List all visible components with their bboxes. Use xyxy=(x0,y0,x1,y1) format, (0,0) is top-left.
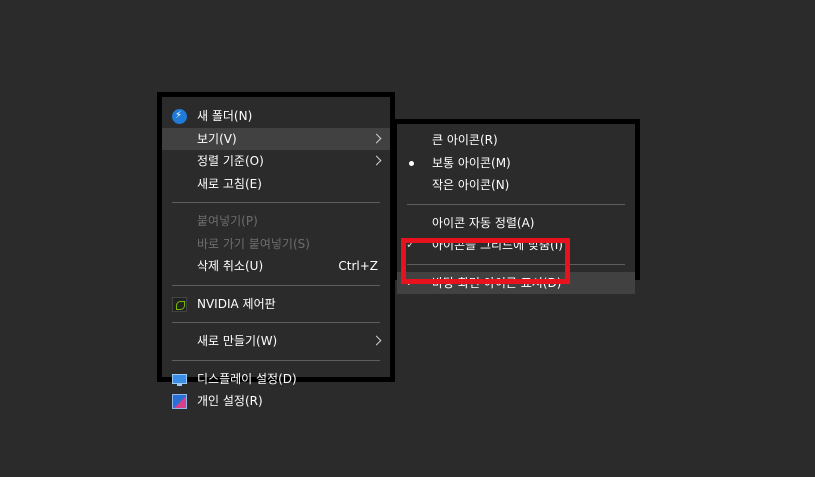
menu-item-paste: 붙여넣기(P) xyxy=(162,210,390,233)
highlight-annotation-box xyxy=(401,238,570,284)
menu-item-refresh[interactable]: 새로 고침(E) xyxy=(162,173,390,196)
menu-separator xyxy=(172,284,380,286)
menu-item-label: NVIDIA 제어판 xyxy=(197,296,276,311)
menu-item-large-icons[interactable]: 큰 아이콘(R) xyxy=(397,129,635,152)
menu-item-personalize[interactable]: 개인 설정(R) xyxy=(162,390,390,413)
menu-item-label: 새로 고침(E) xyxy=(197,176,262,191)
new-folder-icon xyxy=(172,105,187,128)
menu-separator xyxy=(172,359,380,361)
menu-item-auto-arrange[interactable]: 아이콘 자동 정렬(A) xyxy=(397,212,635,235)
desktop-context-menu: 새 폴더(N) 보기(V) 정렬 기준(O) 새로 고침(E) 붙여넣기(P) … xyxy=(157,92,395,409)
menu-item-label: 아이콘 자동 정렬(A) xyxy=(432,215,535,230)
menu-separator xyxy=(172,202,380,203)
menu-item-medium-icons[interactable]: 보통 아이콘(M) xyxy=(397,152,635,175)
chevron-right-icon xyxy=(371,335,382,346)
personalize-icon xyxy=(172,394,187,409)
menu-item-label: 디스플레이 설정(D) xyxy=(197,371,297,386)
menu-item-label: 작은 아이콘(N) xyxy=(432,178,510,192)
menu-separator xyxy=(407,203,625,205)
menu-item-view[interactable]: 보기(V) xyxy=(162,127,390,150)
menu-item-sort-by[interactable]: 정렬 기준(O) xyxy=(162,150,390,173)
menu-item-undo-delete[interactable]: 삭제 취소(U) Ctrl+Z xyxy=(162,255,390,278)
menu-item-label: 큰 아이콘(R) xyxy=(432,133,498,147)
menu-item-label: 보통 아이콘(M) xyxy=(432,155,511,170)
nvidia-icon xyxy=(172,296,187,312)
menu-separator xyxy=(172,322,380,323)
menu-item-display-settings[interactable]: 디스플레이 설정(D) xyxy=(162,368,390,391)
menu-item-new-folder[interactable]: 새 폴더(N) xyxy=(162,105,390,128)
menu-item-label: 삭제 취소(U) xyxy=(197,259,264,273)
display-icon xyxy=(172,373,187,386)
menu-item-paste-shortcut: 바로 가기 붙여넣기(S) xyxy=(162,233,390,256)
menu-item-new[interactable]: 새로 만들기(W) xyxy=(162,330,390,353)
menu-item-label: 개인 설정(R) xyxy=(197,394,263,408)
menu-item-label: 바로 가기 붙여넣기(S) xyxy=(197,236,310,251)
menu-item-small-icons[interactable]: 작은 아이콘(N) xyxy=(397,174,635,197)
menu-item-nvidia-control-panel[interactable]: NVIDIA 제어판 xyxy=(162,293,390,316)
shortcut-label: Ctrl+Z xyxy=(338,259,378,273)
menu-item-label: 새로 만들기(W) xyxy=(197,334,278,348)
chevron-right-icon xyxy=(371,155,382,166)
radio-bullet-icon xyxy=(409,160,414,166)
menu-item-label: 보기(V) xyxy=(197,131,237,146)
menu-item-label: 새 폴더(N) xyxy=(197,109,253,123)
chevron-right-icon xyxy=(371,133,382,143)
menu-item-label: 정렬 기준(O) xyxy=(197,154,264,168)
menu-item-label: 붙여넣기(P) xyxy=(197,214,258,228)
